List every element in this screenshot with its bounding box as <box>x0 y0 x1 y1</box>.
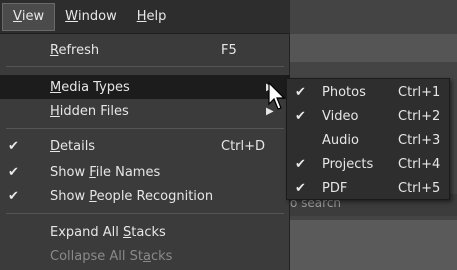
check-icon: ✔ <box>8 138 19 154</box>
menu-separator <box>6 213 284 214</box>
menu-item-collapse-all-stacks: Collapse All Stacks <box>0 244 290 268</box>
menu-help[interactable]: Help <box>127 3 177 31</box>
menu-help-rest: elp <box>146 9 167 24</box>
video-label: Video <box>322 108 359 124</box>
projects-label: Projects <box>322 156 374 172</box>
projects-shortcut: Ctrl+4 <box>398 156 441 172</box>
background-header <box>290 34 457 62</box>
audio-label: Audio <box>322 132 359 148</box>
expand-all-stacks-label: Expand All Stacks <box>50 224 166 240</box>
check-icon: ✔ <box>8 164 19 180</box>
photos-label: Photos <box>322 84 366 100</box>
submenu-item-projects[interactable]: ✔ Projects Ctrl+4 <box>287 152 449 176</box>
pdf-label: PDF <box>322 180 348 196</box>
submenu-item-audio[interactable]: Audio Ctrl+3 <box>287 128 449 152</box>
check-icon: ✔ <box>8 188 19 204</box>
photos-shortcut: Ctrl+1 <box>398 84 441 100</box>
mouse-cursor-icon <box>268 82 286 110</box>
collapse-all-stacks-label: Collapse All Stacks <box>50 248 173 264</box>
show-people-recognition-label: Show People Recognition <box>50 188 214 204</box>
check-icon: ✔ <box>295 108 306 124</box>
menu-view[interactable]: View <box>2 2 56 31</box>
refresh-shortcut: F5 <box>221 42 237 58</box>
media-types-submenu: ✔ Photos Ctrl+1 ✔ Video Ctrl+2 Audio Ctr… <box>286 78 450 200</box>
menu-view-rest: iew <box>21 9 45 24</box>
menu-window-rest: indow <box>78 9 117 24</box>
check-icon: ✔ <box>295 84 306 100</box>
check-icon: ✔ <box>295 180 306 196</box>
audio-shortcut: Ctrl+3 <box>398 132 441 148</box>
menu-window[interactable]: Window <box>55 3 127 31</box>
view-menu-dropdown: Refresh F5 Media Types ▶ Hidden Files ▶ … <box>0 34 290 270</box>
menu-item-show-people-recognition[interactable]: ✔ Show People Recognition <box>0 184 290 208</box>
menu-separator <box>6 66 284 67</box>
refresh-label: Refresh <box>50 42 100 58</box>
menu-help-mnemonic: H <box>136 9 147 24</box>
hidden-files-label: Hidden Files <box>50 103 129 119</box>
video-shortcut: Ctrl+2 <box>398 108 441 124</box>
submenu-item-video[interactable]: ✔ Video Ctrl+2 <box>287 104 449 128</box>
menu-separator <box>6 128 284 129</box>
pdf-shortcut: Ctrl+5 <box>398 180 441 196</box>
menu-item-hidden-files[interactable]: Hidden Files ▶ <box>0 99 290 123</box>
media-types-label: Media Types <box>50 79 130 95</box>
background-panel <box>290 220 457 270</box>
show-file-names-label: Show File Names <box>50 164 161 180</box>
details-label: Details <box>50 138 96 154</box>
menu-item-details[interactable]: ✔ Details Ctrl+D <box>0 134 290 158</box>
menu-window-mnemonic: W <box>65 9 79 24</box>
submenu-item-photos[interactable]: ✔ Photos Ctrl+1 <box>287 80 449 104</box>
menu-bar: View Window Help <box>0 0 290 34</box>
menu-item-refresh[interactable]: Refresh F5 <box>0 38 290 62</box>
details-shortcut: Ctrl+D <box>221 138 266 154</box>
menu-item-expand-all-stacks[interactable]: Expand All Stacks <box>0 220 290 244</box>
menu-view-mnemonic: V <box>13 9 22 24</box>
menu-item-show-file-names[interactable]: ✔ Show File Names <box>0 160 290 184</box>
check-icon: ✔ <box>295 156 306 172</box>
submenu-item-pdf[interactable]: ✔ PDF Ctrl+5 <box>287 176 449 200</box>
menu-item-media-types[interactable]: Media Types ▶ <box>0 75 290 99</box>
